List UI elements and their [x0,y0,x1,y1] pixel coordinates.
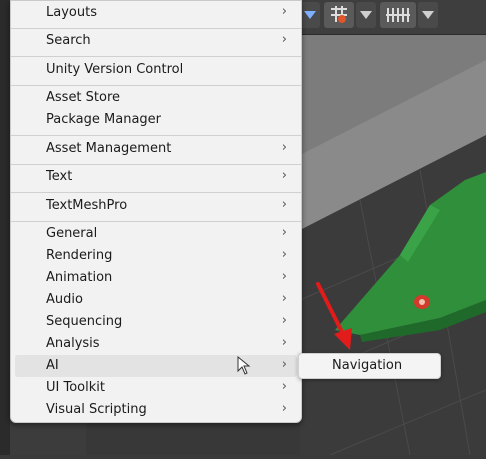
menu-separator [11,192,301,193]
menu-item-label: Rendering [46,248,113,263]
chevron-right-icon: › [281,313,287,328]
chevron-right-icon: › [281,401,287,416]
menu-item-label: Audio [46,292,83,307]
menu-item-label: Search [46,33,91,48]
menu-item-layouts[interactable]: Layouts › [15,2,297,24]
menu-item-animation[interactable]: Animation › [15,267,297,289]
menu-item-text[interactable]: Text › [15,166,297,188]
menu-item-label: General [46,226,98,241]
chevron-right-icon: › [281,225,287,240]
gizmo-dropdown-icon[interactable] [356,2,376,28]
chevron-right-icon: › [281,291,287,306]
menu-item-label: UI Toolkit [46,380,105,395]
menu-separator [11,164,301,165]
menu-item-label: Unity Version Control [46,62,184,77]
menu-item-asset-store[interactable]: Asset Store [15,87,297,109]
chevron-right-icon: › [281,379,287,394]
menu-item-unity-version-control[interactable]: Unity Version Control [15,59,297,81]
menu-separator [11,135,301,136]
menu-item-ui-toolkit[interactable]: UI Toolkit › [15,377,297,399]
chevron-right-icon: › [281,247,287,262]
menu-item-asset-management[interactable]: Asset Management › [15,138,297,160]
chevron-right-icon: › [281,140,287,155]
menu-item-general[interactable]: General › [15,223,297,245]
grid-dropdown-icon[interactable] [418,2,438,28]
chevron-right-icon: › [281,335,287,350]
menu-item-label: Animation [46,270,113,285]
menu-item-rendering[interactable]: Rendering › [15,245,297,267]
menu-separator [11,221,301,222]
menu-item-label: Sequencing [46,314,123,329]
left-panel-strip [0,0,10,455]
menu-item-label: Analysis [46,336,100,351]
menu-item-sequencing[interactable]: Sequencing › [15,311,297,333]
menu-item-label: Visual Scripting [46,402,147,417]
chevron-right-icon: › [281,197,287,212]
dropdown-arrow-icon[interactable] [300,2,320,28]
submenu-item-navigation[interactable]: Navigation [299,354,440,378]
menu-item-search[interactable]: Search › [15,30,297,52]
chevron-right-icon: › [281,357,287,372]
menu-item-visual-scripting[interactable]: Visual Scripting › [15,399,297,421]
menu-item-package-manager[interactable]: Package Manager [15,109,297,131]
gizmo-icon[interactable] [324,2,354,28]
menu-item-label: AI [46,358,59,373]
scene-toolbar [300,0,486,35]
menu-item-analysis[interactable]: Analysis › [15,333,297,355]
menu-item-label: Layouts [46,5,97,20]
menu-separator [11,85,301,86]
submenu-item-label: Navigation [332,358,403,373]
chevron-right-icon: › [281,269,287,284]
menu-item-ai[interactable]: AI › [15,355,297,377]
annotation-arrow-icon [316,282,352,350]
menu-item-audio[interactable]: Audio › [15,289,297,311]
chevron-right-icon: › [281,32,287,47]
chevron-right-icon: › [281,168,287,183]
menu-separator [11,56,301,57]
grid-snap-icon[interactable] [380,2,416,28]
ai-submenu: Navigation [298,353,441,379]
window-menu: Layouts › Search › Unity Version Control… [10,0,302,423]
menu-item-label: TextMeshPro [46,198,128,213]
menu-item-label: Text [46,169,73,184]
menu-item-label: Package Manager [46,112,162,127]
menu-separator [11,28,301,29]
menu-item-label: Asset Management [46,141,172,156]
menu-item-textmeshpro[interactable]: TextMeshPro › [15,195,297,217]
chevron-right-icon: › [281,4,287,19]
mouse-cursor-icon [237,356,251,375]
menu-item-label: Asset Store [46,90,121,105]
